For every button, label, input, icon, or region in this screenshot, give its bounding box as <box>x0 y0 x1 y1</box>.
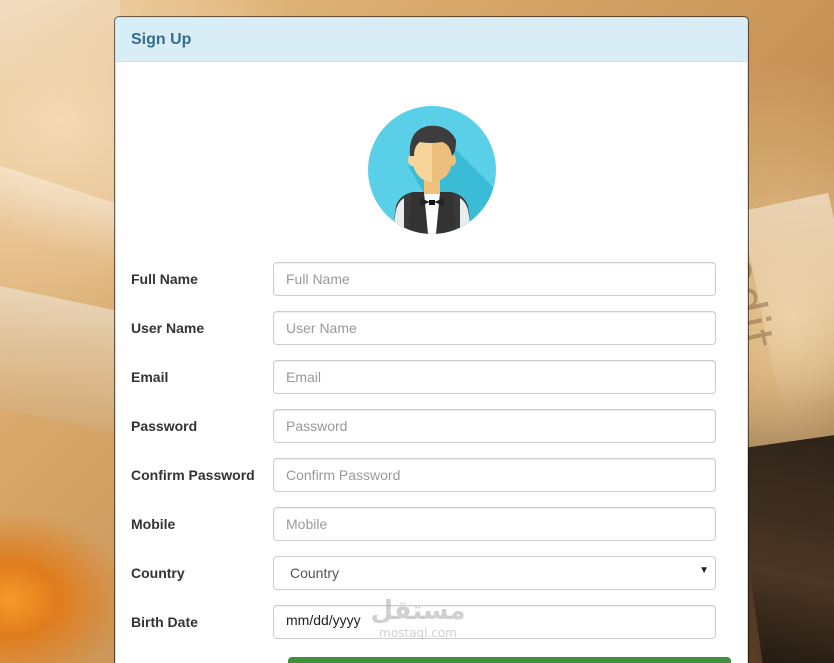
confirm-password-row: Confirm Password <box>116 450 747 499</box>
mobile-label: Mobile <box>131 515 176 532</box>
country-select-value[interactable]: Country <box>273 555 716 590</box>
password-input[interactable] <box>273 408 716 443</box>
country-label: Country <box>131 564 185 581</box>
country-select[interactable]: Country ▼ <box>273 555 716 590</box>
user-name-row: User Name <box>116 303 747 352</box>
panel-heading: Sign Up <box>116 18 747 62</box>
signup-panel: Sign Up Full Name Full Name User Name Us… <box>115 17 748 663</box>
signup-form: Full Name User Name Email Password Confi… <box>116 254 747 646</box>
confirm-password-input[interactable] <box>273 457 716 492</box>
background-highlight <box>0 0 120 80</box>
avatar-container <box>116 106 747 236</box>
birth-date-input[interactable]: mm/dd/yyyy <box>273 604 716 639</box>
confirm-password-label: Confirm Password <box>131 466 255 483</box>
password-label: Password <box>131 417 198 434</box>
panel-title: Sign Up <box>131 30 192 48</box>
user-name-input[interactable] <box>273 310 716 345</box>
birth-date-label: Birth Date <box>131 613 198 630</box>
password-row: Password <box>116 401 747 450</box>
mobile-input[interactable] <box>273 506 716 541</box>
submit-button[interactable] <box>288 657 731 663</box>
country-row: Country Country ▼ <box>116 548 747 597</box>
mobile-row: Mobile <box>116 499 747 548</box>
full-name-label: Full Name <box>131 270 198 287</box>
email-input[interactable] <box>273 359 716 394</box>
full-name-row: Full Name <box>116 254 747 303</box>
user-name-label: User Name <box>131 319 205 336</box>
email-row: Email <box>116 352 747 401</box>
full-name-input[interactable] <box>273 261 716 296</box>
waiter-avatar-icon <box>367 106 496 234</box>
birth-date-row: Birth Date mm/dd/yyyy <box>116 597 747 646</box>
email-label: Email <box>131 368 169 385</box>
caret-down-icon[interactable]: ▼ <box>699 565 709 576</box>
